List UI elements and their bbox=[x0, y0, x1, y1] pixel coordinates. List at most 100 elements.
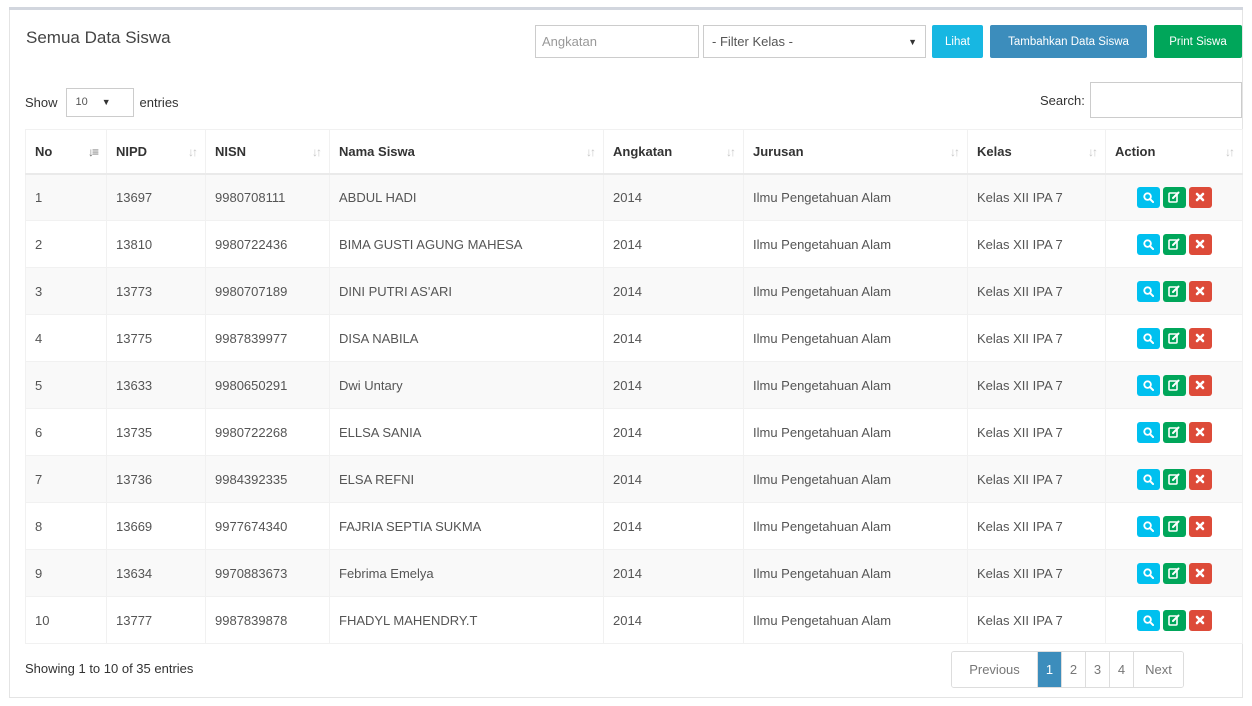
pagination-page-4[interactable]: 4 bbox=[1109, 652, 1133, 687]
edit-button[interactable] bbox=[1162, 421, 1186, 443]
delete-icon bbox=[1195, 521, 1205, 531]
edit-icon bbox=[1168, 426, 1180, 438]
entries-select[interactable]: 10 ▼ bbox=[65, 87, 134, 117]
sort-asc-icon: ↓≡ bbox=[87, 145, 99, 159]
search-icon bbox=[1142, 473, 1154, 485]
cell-jurusan: Ilmu Pengetahuan Alam bbox=[743, 220, 968, 268]
delete-button[interactable] bbox=[1188, 421, 1212, 443]
page: Semua Data Siswa - Filter Kelas - ▼ Liha… bbox=[0, 0, 1252, 706]
cell-nisn: 9977674340 bbox=[205, 502, 330, 550]
pagination: Previous 1 2 3 4 Next bbox=[951, 651, 1184, 688]
view-button[interactable] bbox=[1136, 327, 1160, 349]
edit-button[interactable] bbox=[1162, 515, 1186, 537]
delete-button[interactable] bbox=[1188, 562, 1212, 584]
lihat-button[interactable]: Lihat bbox=[932, 25, 983, 58]
sort-icon: ↓↑ bbox=[188, 145, 198, 159]
cell-jurusan: Ilmu Pengetahuan Alam bbox=[743, 549, 968, 597]
col-header-nama-siswa[interactable]: Nama Siswa ↓↑ bbox=[329, 129, 604, 175]
search-input[interactable] bbox=[1089, 82, 1242, 118]
cell-angkatan: 2014 bbox=[603, 220, 744, 268]
pagination-page-1[interactable]: 1 bbox=[1037, 652, 1061, 687]
delete-icon bbox=[1195, 427, 1205, 437]
table-body: 1 13697 9980708111 ABDUL HADI 2014 Ilmu Penge… bbox=[25, 173, 1243, 644]
delete-button[interactable] bbox=[1188, 374, 1212, 396]
cell-action bbox=[1105, 408, 1243, 456]
view-button[interactable] bbox=[1136, 233, 1160, 255]
cell-action bbox=[1105, 220, 1243, 268]
view-button[interactable] bbox=[1136, 421, 1160, 443]
angkatan-input[interactable] bbox=[535, 25, 699, 58]
cell-kelas: Kelas XII IPA 7 bbox=[967, 173, 1106, 221]
cell-angkatan: 2014 bbox=[603, 267, 744, 315]
cell-kelas: Kelas XII IPA 7 bbox=[967, 596, 1106, 644]
print-siswa-button[interactable]: Print Siswa bbox=[1154, 25, 1242, 58]
delete-button[interactable] bbox=[1188, 233, 1212, 255]
delete-icon bbox=[1195, 286, 1205, 296]
caret-down-icon: ▼ bbox=[101, 97, 111, 107]
col-header-kelas[interactable]: Kelas ↓↑ bbox=[967, 129, 1106, 175]
cell-nisn: 9970883673 bbox=[205, 549, 330, 597]
edit-button[interactable] bbox=[1162, 562, 1186, 584]
edit-button[interactable] bbox=[1162, 468, 1186, 490]
edit-button[interactable] bbox=[1162, 609, 1186, 631]
col-header-angkatan[interactable]: Angkatan ↓↑ bbox=[603, 129, 744, 175]
col-header-action[interactable]: Action ↓↑ bbox=[1105, 129, 1243, 175]
tambah-data-siswa-button[interactable]: Tambahkan Data Siswa bbox=[990, 25, 1147, 58]
col-header-nipd[interactable]: NIPD ↓↑ bbox=[106, 129, 206, 175]
entries-label: entries bbox=[139, 94, 179, 110]
delete-icon bbox=[1195, 474, 1205, 484]
cell-nipd: 13775 bbox=[106, 314, 206, 362]
view-button[interactable] bbox=[1136, 186, 1160, 208]
edit-button[interactable] bbox=[1162, 327, 1186, 349]
cell-angkatan: 2014 bbox=[603, 314, 744, 362]
row-actions bbox=[1115, 280, 1233, 302]
search-icon bbox=[1142, 285, 1154, 297]
cell-nama-siswa: Dwi Untary bbox=[329, 361, 604, 409]
cell-nisn: 9980708111 bbox=[205, 173, 330, 221]
cell-jurusan: Ilmu Pengetahuan Alam bbox=[743, 408, 968, 456]
col-header-jurusan[interactable]: Jurusan ↓↑ bbox=[743, 129, 968, 175]
edit-button[interactable] bbox=[1162, 186, 1186, 208]
cell-jurusan: Ilmu Pengetahuan Alam bbox=[743, 596, 968, 644]
delete-icon bbox=[1195, 239, 1205, 249]
row-actions bbox=[1115, 468, 1233, 490]
delete-button[interactable] bbox=[1188, 609, 1212, 631]
table-row: 8 13669 9977674340 FAJRIA SEPTIA SUKMA 2014 I… bbox=[25, 502, 1243, 550]
col-header-no[interactable]: No ↓≡ bbox=[25, 129, 107, 175]
view-button[interactable] bbox=[1136, 562, 1160, 584]
siswa-table: No ↓≡ NIPD ↓↑ NISN ↓↑ Nama Siswa ↓↑ Angkatan… bbox=[25, 129, 1243, 644]
edit-button[interactable] bbox=[1162, 280, 1186, 302]
view-button[interactable] bbox=[1136, 609, 1160, 631]
col-header-nisn[interactable]: NISN ↓↑ bbox=[205, 129, 330, 175]
cell-nisn: 9980650291 bbox=[205, 361, 330, 409]
cell-no: 4 bbox=[25, 314, 107, 362]
search-control: Search: bbox=[1040, 82, 1242, 118]
search-icon bbox=[1142, 520, 1154, 532]
edit-icon bbox=[1168, 285, 1180, 297]
delete-button[interactable] bbox=[1188, 515, 1212, 537]
view-button[interactable] bbox=[1136, 374, 1160, 396]
edit-button[interactable] bbox=[1162, 374, 1186, 396]
row-actions bbox=[1115, 374, 1233, 396]
pagination-page-2[interactable]: 2 bbox=[1061, 652, 1085, 687]
view-button[interactable] bbox=[1136, 468, 1160, 490]
delete-icon bbox=[1195, 192, 1205, 202]
kelas-filter-select[interactable]: - Filter Kelas - ▼ bbox=[703, 25, 926, 58]
table-row: 6 13735 9980722268 ELLSA SANIA 2014 Ilmu Peng… bbox=[25, 408, 1243, 456]
pagination-previous[interactable]: Previous bbox=[952, 652, 1037, 687]
pagination-next[interactable]: Next bbox=[1133, 652, 1183, 687]
cell-nipd: 13697 bbox=[106, 173, 206, 221]
edit-button[interactable] bbox=[1162, 233, 1186, 255]
cell-angkatan: 2014 bbox=[603, 502, 744, 550]
cell-nama-siswa: BIMA GUSTI AGUNG MAHESA bbox=[329, 220, 604, 268]
delete-button[interactable] bbox=[1188, 280, 1212, 302]
delete-button[interactable] bbox=[1188, 468, 1212, 490]
delete-button[interactable] bbox=[1188, 327, 1212, 349]
delete-button[interactable] bbox=[1188, 186, 1212, 208]
row-actions bbox=[1115, 186, 1233, 208]
page-title: Semua Data Siswa bbox=[26, 28, 171, 47]
view-button[interactable] bbox=[1136, 280, 1160, 302]
cell-jurusan: Ilmu Pengetahuan Alam bbox=[743, 314, 968, 362]
pagination-page-3[interactable]: 3 bbox=[1085, 652, 1109, 687]
view-button[interactable] bbox=[1136, 515, 1160, 537]
